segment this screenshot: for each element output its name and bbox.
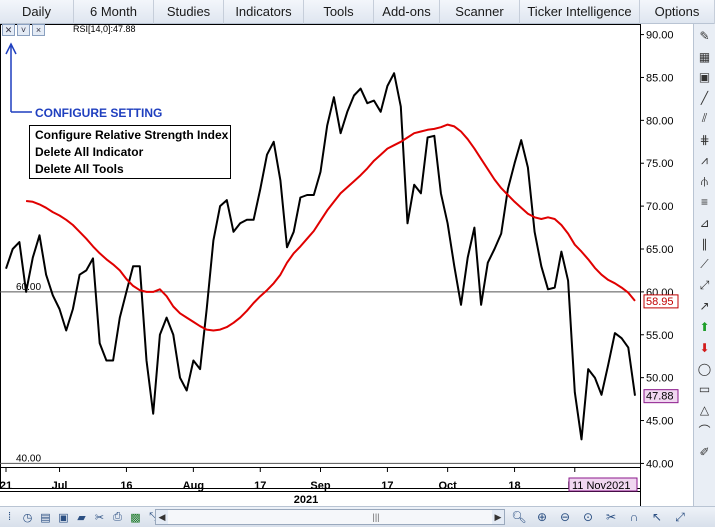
menu-daily[interactable]: Daily (0, 0, 74, 24)
ma-last-value: 58.95 (646, 296, 674, 308)
triangle-icon[interactable]: △ (696, 401, 714, 419)
close-icon[interactable]: × (32, 24, 45, 36)
zoom-fit-icon[interactable]: ⊙ (578, 509, 598, 525)
excel-icon[interactable]: ▩ (127, 509, 144, 526)
rsi-last-value: 47.88 (646, 391, 674, 403)
pitchfork-icon[interactable]: ⫛ (696, 172, 714, 190)
fan-icon[interactable]: ⩘ (696, 152, 714, 170)
context-menu: Configure Relative Strength Index Delete… (29, 125, 231, 179)
clock-icon[interactable]: ◷ (19, 509, 36, 526)
scroll-thumb[interactable]: ||| (371, 511, 381, 523)
calendar-icon[interactable]: ▤ (37, 509, 54, 526)
menu-scanner[interactable]: Scanner (440, 0, 520, 24)
arrow-pointer-icon (5, 42, 32, 113)
expand-icon[interactable]: ⤢ (670, 509, 690, 525)
arc-icon[interactable]: ⌒ (696, 422, 714, 440)
scroll-left-icon[interactable]: ◀ (156, 510, 168, 524)
x-tick-label: 17 (381, 480, 393, 492)
arrow-line-icon[interactable]: ↗ (696, 297, 714, 315)
tools-icon[interactable]: ✂ (91, 509, 108, 526)
folder-icon[interactable]: ▰ (73, 509, 90, 526)
indicator-mini-toolbar: ✕ ˅ × (2, 24, 45, 36)
menu-item-delete-indicator[interactable]: Delete All Indicator (35, 144, 230, 161)
menu-tools[interactable]: Tools (304, 0, 374, 24)
scroll-right-icon[interactable]: ▶ (492, 510, 504, 524)
menu-add-ons[interactable]: Add-ons (374, 0, 440, 24)
y-tick-label: 40.00 (646, 458, 674, 470)
chevron-down-icon[interactable]: ˅ (17, 24, 30, 36)
x-tick-label: 16 (120, 480, 132, 492)
down-arrow-icon[interactable]: ⬇ (696, 339, 714, 357)
y-tick-label: 80.00 (646, 115, 674, 127)
zoom-out-icon[interactable]: ⊖ (555, 509, 575, 525)
gann-icon[interactable]: ⊿ (696, 214, 714, 232)
x-tick-label: Aug (183, 480, 204, 492)
rsi-chart: 90.0085.0080.0075.0070.0065.0060.0055.00… (0, 24, 679, 506)
up-arrow-icon[interactable]: ⬆ (696, 318, 714, 336)
zoom-tools: 🔍︎ ⊕ ⊖ ⊙ ✂ ∩ ↖ ⤢ (509, 509, 690, 525)
top-menubar: Daily 6 Month Studies Indicators Tools Add-on… (0, 0, 715, 24)
x-tick-label: 17 (254, 480, 266, 492)
x-tick-label: Oct (438, 480, 457, 492)
ray-icon[interactable]: ⟋ (696, 256, 714, 274)
menu-studies[interactable]: Studies (154, 0, 224, 24)
zoom-in-icon[interactable]: ⊕ (532, 509, 552, 525)
menu-ticker-intelligence[interactable]: Ticker Intelligence (520, 0, 640, 24)
edit-icon[interactable]: ✐ (696, 443, 714, 461)
reference-line-label: 40.00 (16, 453, 41, 464)
y-tick-label: 90.00 (646, 30, 674, 42)
trend-line-icon[interactable]: ╱ (696, 89, 714, 107)
x-tick-label: Jul (52, 480, 68, 492)
fill-icon[interactable]: ▣ (696, 68, 714, 86)
y-tick-label: 45.00 (646, 416, 674, 428)
save-icon[interactable]: ▣ (55, 509, 72, 526)
x-tick-label: 21 (0, 480, 12, 492)
y-tick-label: 50.00 (646, 373, 674, 385)
magnet-icon[interactable]: ∩ (624, 509, 644, 525)
menu-indicators[interactable]: Indicators (224, 0, 304, 24)
configure-setting-label: CONFIGURE SETTING (35, 106, 163, 120)
bottom-toolbar: ⁞ ◷ ▤ ▣ ▰ ✂ ⎙ ▩ ⤡ ◀ ||| ▶ 🔍︎ ⊕ ⊖ ⊙ ✂ ∩ ↖… (0, 506, 715, 527)
zoom-icon[interactable]: 🔍︎ (509, 509, 529, 525)
y-tick-label: 85.00 (646, 72, 674, 84)
year-label: 2021 (294, 494, 318, 506)
x-tick-label: Sep (310, 480, 330, 492)
pencil-icon[interactable]: ✎ (696, 27, 714, 45)
chart-area[interactable]: 90.00 85.00 80.00 75.00 70.00 65.00 60.00 55.00… (0, 24, 693, 506)
print-icon[interactable]: ⎙ (109, 509, 126, 526)
cut-icon[interactable]: ✂ (601, 509, 621, 525)
menu-item-configure-rsi[interactable]: Configure Relative Strength Index (35, 127, 230, 144)
y-tick-label: 65.00 (646, 244, 674, 256)
x-tick-label: 18 (508, 480, 520, 492)
multi-line-icon[interactable]: ⫽ (696, 110, 714, 128)
plot-frame (0, 24, 641, 489)
drawing-toolbar: ✎ ▦ ▣ ╱ ⫽ ⋕ ⩘ ⫛ ≡ ⊿ ∥ ⟋ ⤢ ↗ ⬆ ⬇ ◯ ▭ △ ⌒ … (693, 24, 715, 506)
y-tick-label: 55.00 (646, 330, 674, 342)
menu-options[interactable]: Options (640, 0, 715, 24)
date-badge-label: 11 Nov2021 (572, 480, 631, 492)
fibonacci-icon[interactable]: ≡ (696, 193, 714, 211)
tool-icon[interactable]: ✕ (2, 24, 15, 36)
rsi-value-label: RSI[14,0]:47.88 (73, 24, 136, 34)
y-tick-label: 70.00 (646, 201, 674, 213)
horizontal-scrollbar[interactable]: ◀ ||| ▶ (155, 509, 505, 525)
cursor-icon[interactable]: ↖ (647, 509, 667, 525)
channel-icon[interactable]: ⋕ (696, 131, 714, 149)
menu-item-delete-tools[interactable]: Delete All Tools (35, 161, 230, 178)
menu-6-month[interactable]: 6 Month (74, 0, 154, 24)
resize-grip-icon[interactable]: ⁞ (1, 509, 18, 526)
ellipse-icon[interactable]: ◯ (696, 360, 714, 378)
rectangle-icon[interactable]: ▭ (696, 380, 714, 398)
grid-icon[interactable]: ▦ (696, 48, 714, 66)
parallel-icon[interactable]: ∥ (696, 235, 714, 253)
y-tick-label: 75.00 (646, 158, 674, 170)
regression-icon[interactable]: ⤢ (696, 276, 714, 294)
